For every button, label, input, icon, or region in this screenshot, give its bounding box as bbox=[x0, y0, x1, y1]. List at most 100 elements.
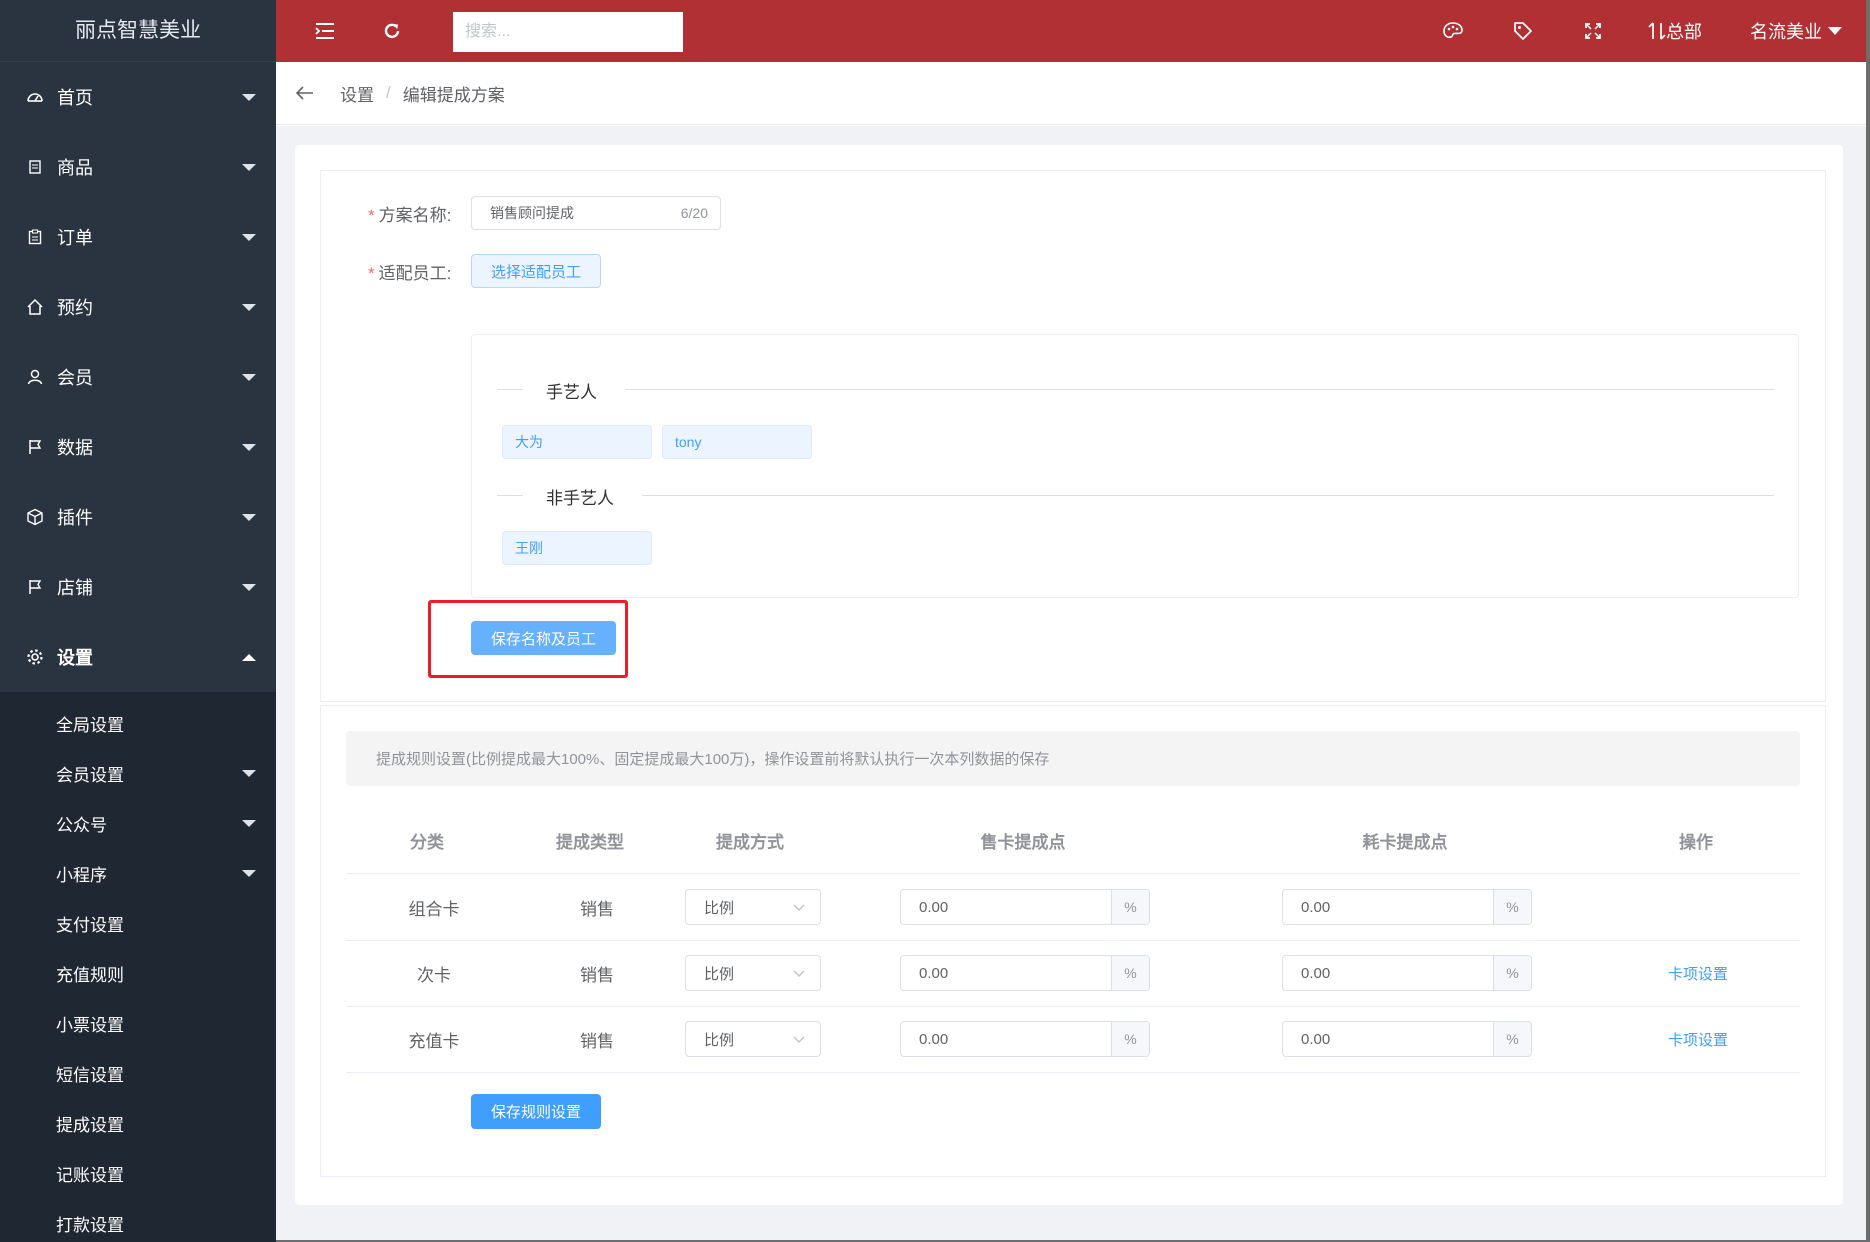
card-settings-link[interactable]: 卡项设置 bbox=[1668, 1029, 1728, 1050]
highlight-box bbox=[428, 600, 628, 678]
sidebar-item-orders[interactable]: 订单 bbox=[0, 202, 276, 272]
caret-down-icon bbox=[242, 583, 256, 591]
method-select[interactable]: 比例 bbox=[685, 1021, 821, 1057]
staff-list-box bbox=[471, 334, 1799, 598]
palette-icon[interactable] bbox=[1438, 16, 1468, 46]
sell-point-input[interactable]: 0.00 % bbox=[900, 1021, 1150, 1057]
consume-point-input[interactable]: 0.00 % bbox=[1282, 889, 1532, 925]
save-rules-button[interactable]: 保存规则设置 bbox=[471, 1094, 601, 1129]
sidebar-item-label: 订单 bbox=[57, 228, 93, 248]
caret-down-icon bbox=[242, 303, 256, 311]
sidebar-item-plugins[interactable]: 插件 bbox=[0, 482, 276, 552]
percent-unit: % bbox=[1493, 890, 1531, 924]
sidebar-subitem-recharge-rules[interactable]: 充值规则 bbox=[0, 948, 276, 998]
sidebar-subitem-commission[interactable]: 提成设置 bbox=[0, 1098, 276, 1148]
document-icon bbox=[25, 157, 45, 177]
sidebar-item-label: 店铺 bbox=[57, 578, 93, 598]
switch-icon bbox=[1648, 22, 1666, 40]
sidebar-subitem-label: 小票设置 bbox=[56, 1015, 124, 1035]
row-divider bbox=[346, 940, 1800, 941]
required-mark: * bbox=[368, 264, 375, 283]
required-mark: * bbox=[368, 206, 375, 225]
staff-label: * 适配员工: bbox=[368, 259, 451, 284]
sidebar-item-home[interactable]: 首页 bbox=[0, 62, 276, 132]
consume-point-input[interactable]: 0.00 % bbox=[1282, 955, 1532, 991]
sidebar-item-store[interactable]: 店铺 bbox=[0, 552, 276, 622]
cell-type: 销售 bbox=[580, 966, 614, 985]
sell-point-value: 0.00 bbox=[919, 964, 949, 982]
sidebar-subitem-member-settings[interactable]: 会员设置 bbox=[0, 748, 276, 798]
fullscreen-icon[interactable] bbox=[1578, 16, 1608, 46]
settings-submenu: 全局设置 会员设置 公众号 小程序 支付设置 充值规则 小票设置 短信设置 提成… bbox=[0, 692, 276, 1242]
row-divider bbox=[346, 873, 1800, 874]
select-staff-button[interactable]: 选择适配员工 bbox=[471, 254, 601, 288]
breadcrumb-item-current: 编辑提成方案 bbox=[402, 85, 505, 105]
sidebar-subitem-label: 提成设置 bbox=[56, 1115, 124, 1135]
row-divider bbox=[346, 1072, 1800, 1073]
sidebar-subitem-label: 充值规则 bbox=[56, 965, 124, 985]
sidebar-item-products[interactable]: 商品 bbox=[0, 132, 276, 202]
sidebar-subitem-bookkeeping[interactable]: 记账设置 bbox=[0, 1148, 276, 1198]
refresh-icon[interactable] bbox=[377, 16, 407, 46]
staff-label-text: 适配员工: bbox=[378, 264, 452, 283]
sidebar-subitem-official-account[interactable]: 公众号 bbox=[0, 798, 276, 848]
cell-category: 次卡 bbox=[417, 966, 451, 985]
sidebar-item-settings[interactable]: 设置 bbox=[0, 622, 276, 692]
sidebar-subitem-label: 全局设置 bbox=[56, 715, 124, 735]
sell-point-input[interactable]: 0.00 % bbox=[900, 955, 1150, 991]
sidebar-item-data[interactable]: 数据 bbox=[0, 412, 276, 482]
window-edge bbox=[1866, 0, 1870, 1242]
method-select-value: 比例 bbox=[704, 1031, 735, 1049]
dashboard-icon bbox=[25, 87, 45, 107]
group-title-non-craftsman: 非手艺人 bbox=[546, 484, 614, 509]
sidebar-subitem-payout[interactable]: 打款设置 bbox=[0, 1198, 276, 1242]
col-header-sell-point: 售卡提成点 bbox=[980, 833, 1066, 852]
sell-point-value: 0.00 bbox=[919, 1030, 949, 1048]
sidebar-subitem-sms[interactable]: 短信设置 bbox=[0, 1048, 276, 1098]
consume-point-input[interactable]: 0.00 % bbox=[1282, 1021, 1532, 1057]
sell-point-value: 0.00 bbox=[919, 898, 949, 916]
staff-tag[interactable]: 王刚 bbox=[502, 531, 652, 565]
sidebar-item-members[interactable]: 会员 bbox=[0, 342, 276, 412]
sidebar-subitem-mini-program[interactable]: 小程序 bbox=[0, 848, 276, 898]
tag-icon[interactable] bbox=[1508, 16, 1538, 46]
row-divider bbox=[346, 1006, 1800, 1007]
caret-up-icon bbox=[242, 653, 256, 661]
sidebar-item-appointment[interactable]: 预约 bbox=[0, 272, 276, 342]
sidebar-subitem-label: 支付设置 bbox=[56, 915, 124, 935]
breadcrumb-item-settings[interactable]: 设置 bbox=[340, 81, 374, 106]
staff-tag[interactable]: tony bbox=[662, 425, 812, 459]
percent-unit: % bbox=[1111, 956, 1149, 990]
sidebar-subitem-label: 短信设置 bbox=[56, 1065, 124, 1085]
sidebar-subitem-label: 打款设置 bbox=[56, 1215, 124, 1235]
caret-down-icon bbox=[242, 93, 256, 101]
sell-point-input[interactable]: 0.00 % bbox=[900, 889, 1150, 925]
home-icon bbox=[25, 297, 45, 317]
method-select[interactable]: 比例 bbox=[685, 955, 821, 991]
name-label-text: 方案名称: bbox=[378, 206, 452, 225]
method-select[interactable]: 比例 bbox=[685, 889, 821, 925]
staff-tag[interactable]: 大为 bbox=[502, 425, 652, 459]
divider-line bbox=[642, 495, 1774, 496]
caret-down-icon bbox=[242, 769, 256, 777]
cell-type: 销售 bbox=[580, 1032, 614, 1051]
store-dropdown[interactable]: 名流美业 bbox=[1750, 18, 1842, 44]
menu-fold-icon[interactable] bbox=[310, 16, 340, 46]
app-logo: 丽点智慧美业 bbox=[0, 0, 276, 62]
sidebar-subitem-global[interactable]: 全局设置 bbox=[0, 698, 276, 748]
sidebar-subitem-payment[interactable]: 支付设置 bbox=[0, 898, 276, 948]
col-header-type: 提成类型 bbox=[556, 833, 624, 852]
breadcrumb-separator: / bbox=[386, 83, 391, 102]
method-select-value: 比例 bbox=[704, 899, 735, 917]
caret-down-icon bbox=[242, 819, 256, 827]
branch-switch[interactable]: 总部 bbox=[1648, 18, 1702, 44]
caret-down-icon bbox=[242, 443, 256, 451]
search-input[interactable] bbox=[453, 12, 683, 52]
consume-point-value: 0.00 bbox=[1301, 898, 1331, 916]
plan-name-input[interactable]: 销售顾问提成 6/20 bbox=[471, 196, 721, 230]
back-arrow-icon[interactable] bbox=[296, 86, 314, 100]
sidebar-subitem-receipt[interactable]: 小票设置 bbox=[0, 998, 276, 1048]
name-label: * 方案名称: bbox=[368, 201, 451, 226]
card-settings-link[interactable]: 卡项设置 bbox=[1668, 963, 1728, 984]
flag-icon bbox=[25, 577, 45, 597]
